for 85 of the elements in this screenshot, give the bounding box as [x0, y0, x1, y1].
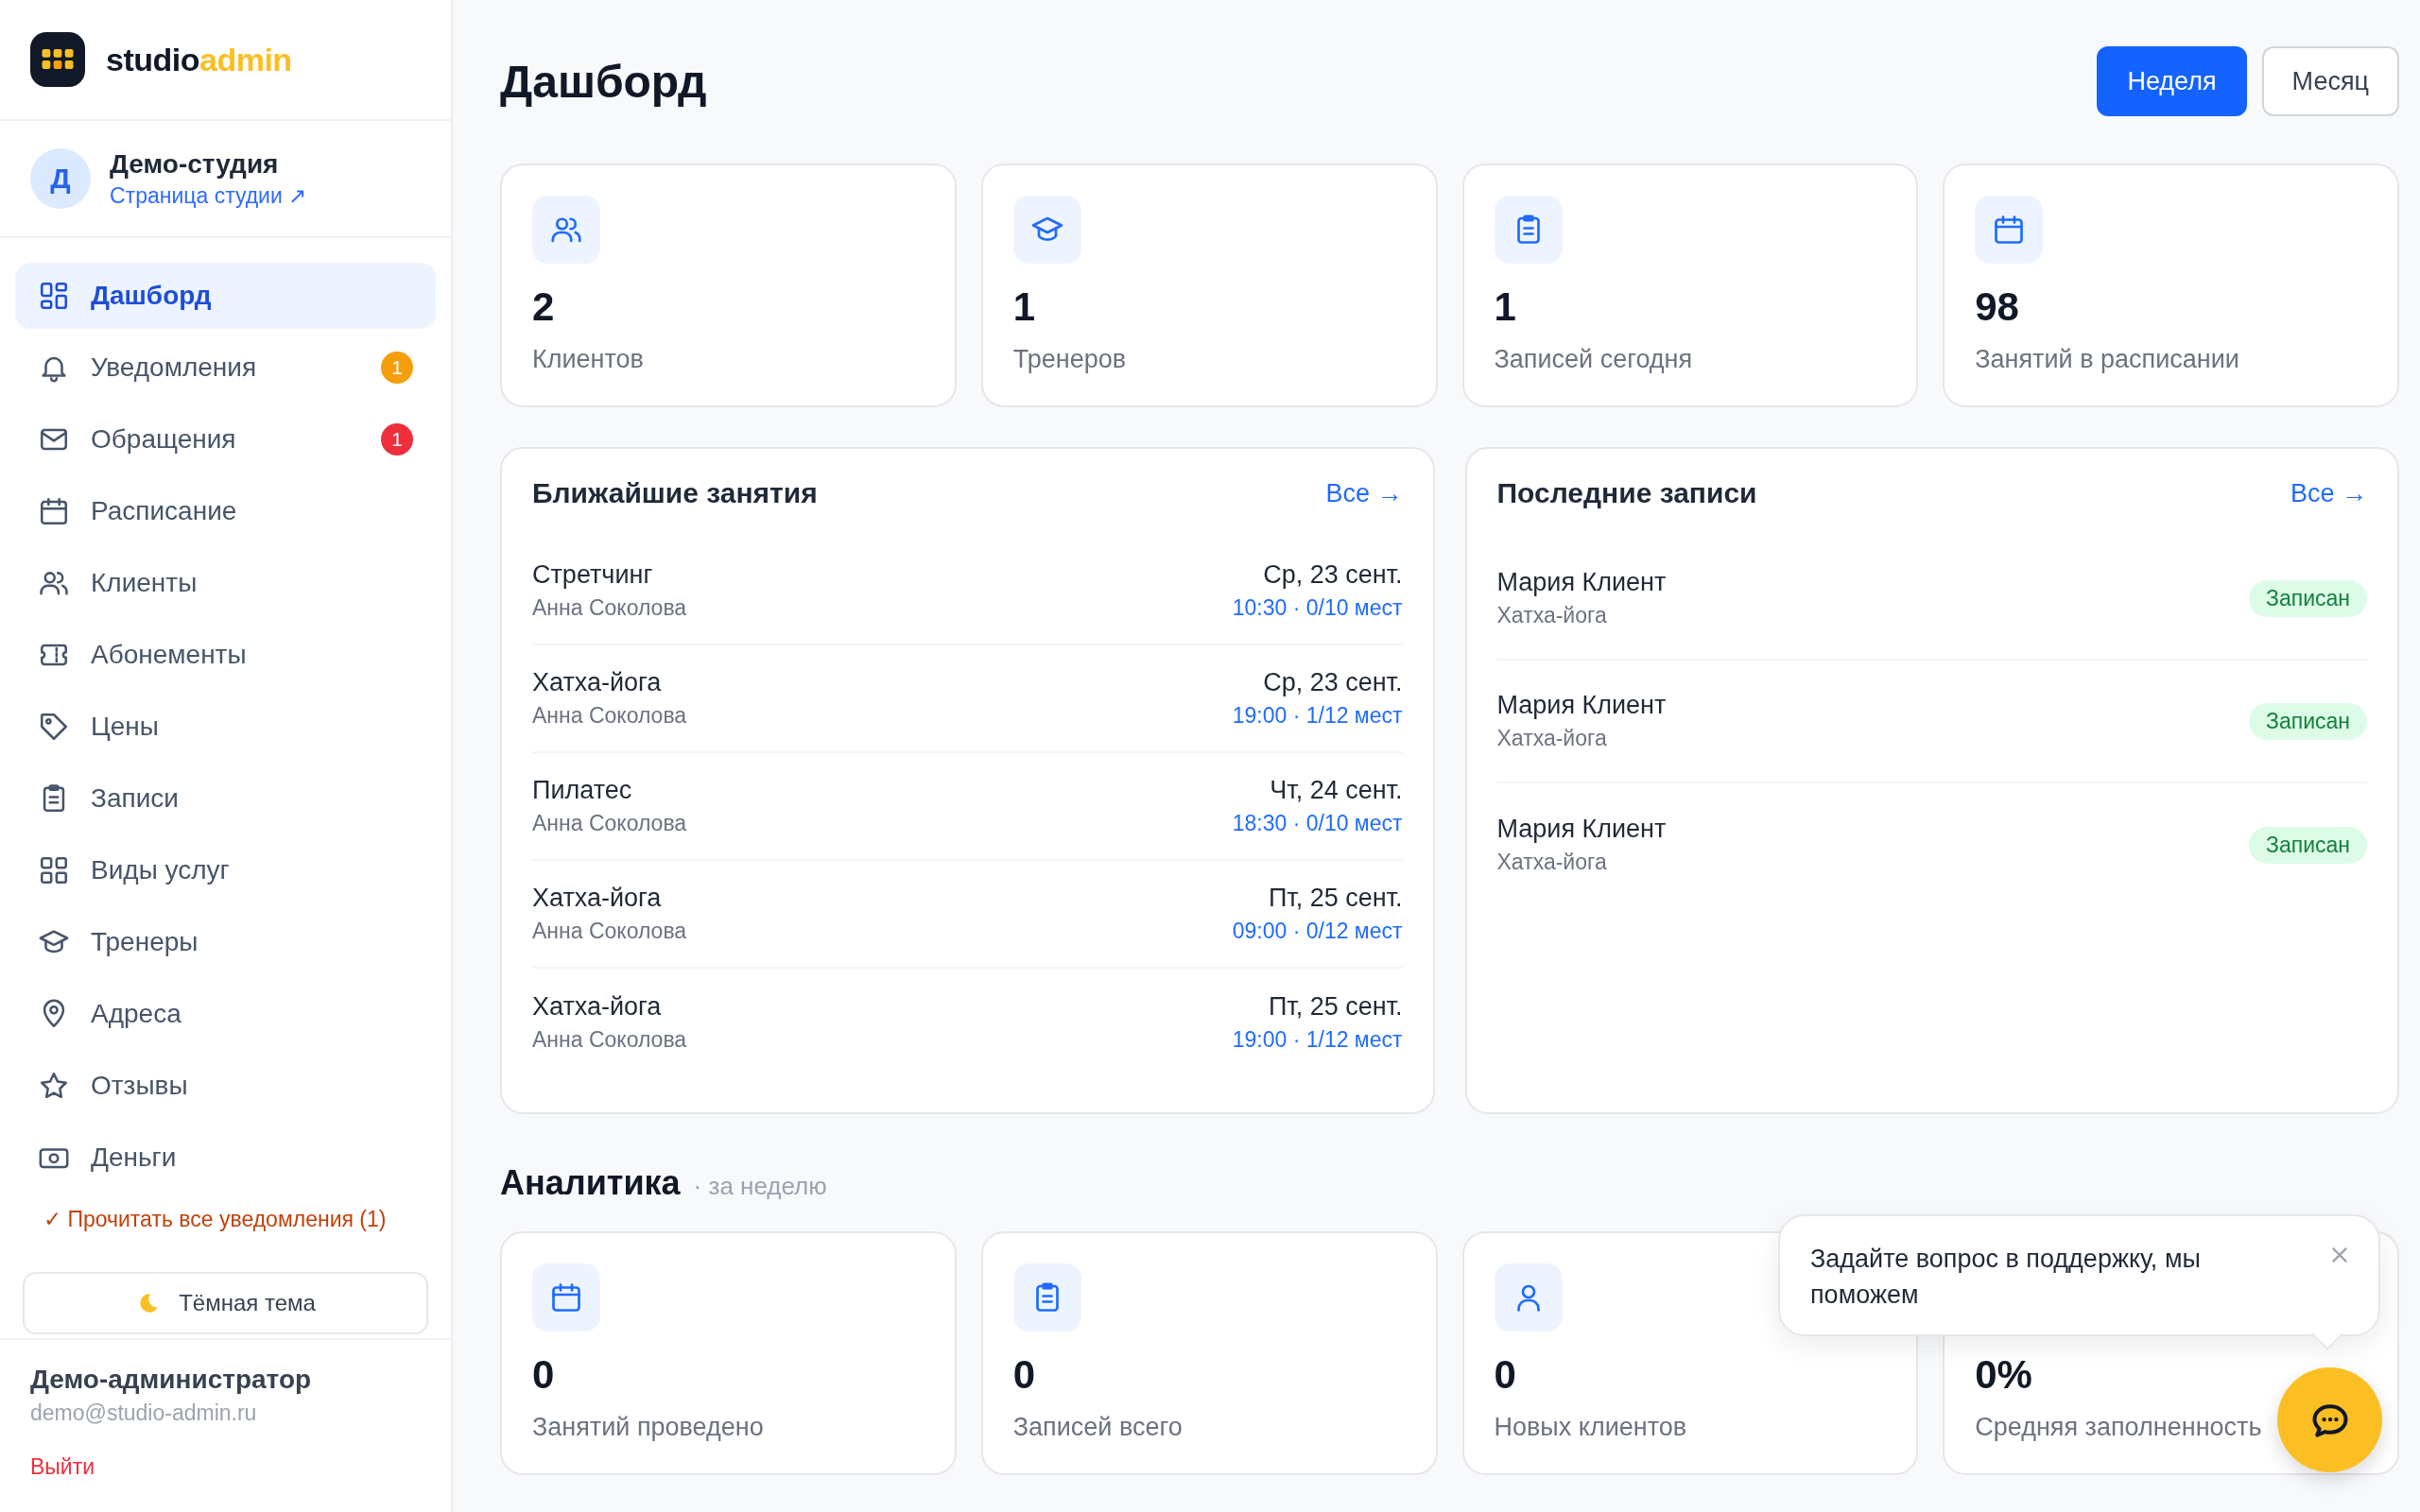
section-subtitle: · за неделю: [693, 1172, 827, 1201]
client-name: Мария Клиент: [1496, 568, 1667, 597]
nav-item[interactable]: Тренеры: [15, 909, 436, 975]
panel-title: Последние записи: [1496, 477, 1757, 509]
class-name: Хатха-йога: [532, 992, 663, 1022]
nav-item[interactable]: Расписание: [15, 478, 436, 544]
trainer-name: Анна Соколова: [532, 919, 687, 944]
stat-label: Занятий проведено: [532, 1413, 764, 1442]
stat-value: 0: [1494, 1352, 1516, 1398]
nav-item[interactable]: Деньги: [15, 1125, 436, 1191]
service-name: Хатха-йога: [1496, 726, 1608, 751]
nav-item[interactable]: Записи: [15, 765, 436, 832]
studio-name: Демо-студия: [110, 148, 280, 180]
stat-label: Средняя заполненность: [1975, 1413, 2262, 1442]
stat-label: Новых клиентов: [1494, 1413, 1687, 1442]
studio-page-link[interactable]: Страница студии ↗: [110, 182, 307, 209]
see-all-link[interactable]: Все →: [1325, 478, 1403, 508]
class-date: Пт, 25 сент.: [1268, 884, 1403, 913]
nav-item[interactable]: Отзывы: [15, 1053, 436, 1119]
dashboard-icon: [38, 280, 70, 312]
class-name: Пилатес: [532, 776, 633, 805]
class-date: Ср, 23 сент.: [1263, 560, 1403, 590]
stat-value: 0: [1012, 1352, 1036, 1398]
tooltip-text: Задайте вопрос в поддержку, мы поможем: [1810, 1245, 2201, 1309]
dark-theme-button[interactable]: Тёмная тема: [23, 1272, 428, 1334]
nav-item[interactable]: Уведомления 1: [15, 335, 436, 401]
stat-value: 0: [532, 1352, 555, 1398]
nav-item[interactable]: Дашборд: [15, 263, 436, 329]
panel-title: Ближайшие занятия: [532, 477, 818, 509]
stat-label: Занятий в расписании: [1975, 345, 2239, 374]
trainer-name: Анна Соколова: [532, 1027, 687, 1053]
user-name: Демо-администратор: [30, 1365, 313, 1395]
client-name: Мария Клиент: [1496, 815, 1667, 844]
logo-text: studioadmin: [106, 41, 292, 78]
status-badge: Записан: [2249, 826, 2367, 864]
status-badge: Записан: [2249, 702, 2367, 740]
logout-link[interactable]: Выйти: [30, 1454, 421, 1480]
class-time-and-seats: 19:00 · 1/12 мест: [1232, 1027, 1403, 1053]
client-name: Мария Клиент: [1496, 691, 1667, 720]
studio-avatar: Д: [30, 148, 91, 209]
service-name: Хатха-йога: [1496, 603, 1608, 628]
class-time-and-seats: 09:00 · 0/12 мест: [1232, 919, 1403, 944]
section-title: Аналитика: [500, 1163, 681, 1203]
class-time-and-seats: 18:30 · 0/10 мест: [1232, 811, 1403, 836]
nav-item[interactable]: Обращения 1: [15, 406, 436, 472]
grid-icon: [38, 854, 70, 886]
page-title: Дашборд: [500, 55, 707, 108]
calendar-icon: [549, 1280, 583, 1314]
count-badge: 1: [381, 352, 413, 384]
nav-item[interactable]: Виды услуг: [15, 837, 436, 903]
status-badge: Записан: [2249, 579, 2367, 617]
period-button[interactable]: Неделя: [2097, 46, 2247, 116]
period-button[interactable]: Месяц: [2261, 46, 2399, 116]
service-name: Хатха-йога: [1496, 850, 1608, 875]
count-badge: 1: [381, 423, 413, 455]
trainer-name: Анна Соколова: [532, 811, 687, 836]
class-name: Хатха-йога: [532, 668, 663, 697]
stat-value: 1: [1012, 284, 1036, 330]
stat-value: 1: [1494, 284, 1516, 330]
stat-label: Тренеров: [1012, 345, 1127, 374]
class-time-and-seats: 19:00 · 1/12 мест: [1232, 703, 1403, 729]
class-name: Хатха-йога: [532, 884, 663, 913]
see-all-link[interactable]: Все →: [2290, 478, 2367, 508]
stat-value: 0%: [1975, 1352, 2032, 1398]
mark-all-read-link[interactable]: ✓ Прочитать все уведомления (1): [43, 1204, 412, 1234]
stat-value: 2: [532, 284, 555, 330]
class-date: Ср, 23 сент.: [1263, 668, 1403, 697]
class-date: Пт, 25 сент.: [1268, 992, 1403, 1022]
class-time-and-seats: 10:30 · 0/10 мест: [1232, 595, 1403, 621]
stat-label: Записей сегодня: [1494, 345, 1693, 374]
nav-item[interactable]: Абонементы: [15, 622, 436, 688]
logo-icon: [30, 32, 85, 87]
nav-item[interactable]: Адреса: [15, 981, 436, 1047]
tag-icon: [38, 711, 70, 743]
user-email: demo@studio-admin.ru: [30, 1400, 258, 1426]
calendar-icon: [38, 495, 70, 527]
trainer-name: Анна Соколова: [532, 703, 687, 729]
stat-label: Записей всего: [1012, 1413, 1183, 1442]
class-date: Чт, 24 сент.: [1270, 776, 1403, 805]
nav-item[interactable]: Клиенты: [15, 550, 436, 616]
stat-label: Клиентов: [532, 345, 644, 374]
stat-value: 98: [1975, 284, 2019, 330]
trainer-name: Анна Соколова: [532, 595, 687, 621]
nav-item[interactable]: Цены: [15, 694, 436, 760]
class-name: Стретчинг: [532, 560, 654, 590]
